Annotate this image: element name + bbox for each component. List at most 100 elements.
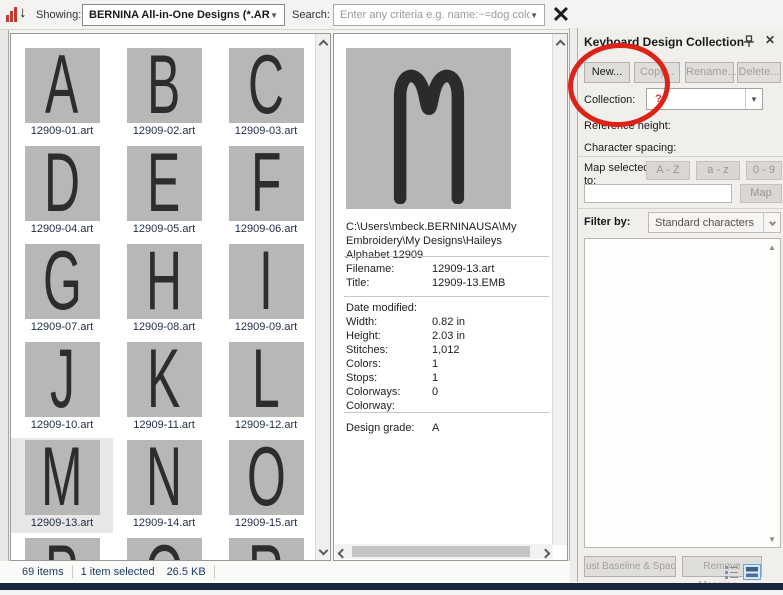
sort-designs-icon[interactable]: ↓ [6, 6, 32, 24]
map-button[interactable]: Map [740, 184, 782, 203]
status-bar: 69 items 1 item selected 26.5 KB [0, 561, 570, 583]
divider [578, 208, 783, 209]
detail-label: Stops: [346, 372, 377, 384]
map-range-lowercase-button[interactable]: a - z [696, 161, 740, 180]
divider [72, 565, 73, 579]
design-thumbnail: B [127, 48, 202, 123]
design-filename: 12909-13.art [31, 517, 93, 531]
design-item[interactable]: D12909-04.art [11, 144, 113, 239]
showing-label: Showing: [36, 9, 81, 21]
scroll-down-icon[interactable]: ▼ [768, 535, 776, 544]
sort-down-arrow-icon: ↓ [19, 4, 27, 21]
design-item[interactable]: P [11, 536, 113, 560]
scroll-left-icon[interactable] [339, 548, 346, 560]
design-item[interactable]: Q [113, 536, 215, 560]
character-spacing-label: Character spacing: [584, 142, 676, 154]
design-item[interactable]: L12909-12.art [215, 340, 317, 435]
pin-icon[interactable] [743, 35, 755, 48]
showing-dropdown-value: BERNINA All-in-One Designs (*.ART*) [83, 9, 270, 21]
items-count: 69 items [22, 566, 64, 578]
panel-title: Keyboard Design Collection [584, 35, 744, 49]
detail-label: Date modified: [346, 302, 417, 314]
design-filename: 12909-04.art [31, 223, 93, 237]
design-filename: 12909-01.art [31, 125, 93, 139]
grid-vertical-scrollbar[interactable] [315, 34, 330, 560]
detail-label: Filename: [346, 263, 394, 275]
bottom-edge-strip [0, 583, 783, 590]
design-thumbnail: I [229, 244, 304, 319]
detail-value: 1 [432, 372, 438, 384]
selection-size: 26.5 KB [167, 566, 206, 578]
design-filename: 12909-06.art [235, 223, 297, 237]
design-item-selected[interactable]: M12909-13.art [11, 438, 113, 533]
red-circle-annotation [565, 40, 673, 131]
chevron-down-icon[interactable]: ▼ [745, 89, 762, 109]
collection-value: ? [647, 93, 662, 105]
adjust-baseline-spacing-button[interactable]: ust Baseline & Spacin [584, 556, 676, 577]
design-filename: 12909-09.art [235, 321, 297, 335]
clear-search-button[interactable]: ✕ [548, 1, 574, 28]
new-collection-button[interactable]: New... [584, 62, 630, 83]
design-item[interactable]: O12909-15.art [215, 438, 317, 533]
chevron-down-icon: ▼ [270, 11, 284, 20]
design-filename: 12909-05.art [133, 223, 195, 237]
search-placeholder: Enter any criteria e.g. name:~=dog color… [334, 9, 530, 21]
close-panel-icon[interactable]: ✕ [765, 33, 775, 47]
filter-dropdown[interactable]: Standard characters [648, 212, 781, 233]
detail-label: Colors: [346, 358, 381, 370]
divider [344, 256, 549, 257]
list-view-icon[interactable] [724, 564, 740, 579]
design-item[interactable]: R [215, 536, 317, 560]
chevron-down-icon: ▼ [530, 11, 544, 20]
design-filename: 12909-11.art [133, 419, 195, 433]
design-item[interactable]: K12909-11.art [113, 340, 215, 435]
panel-splitter[interactable] [569, 28, 578, 582]
map-range-uppercase-button[interactable]: A - Z [646, 161, 690, 180]
design-thumbnail: E [127, 146, 202, 221]
details-vertical-scrollbar[interactable] [552, 34, 567, 545]
filter-by-label: Filter by: [584, 216, 630, 228]
scrollbar-thumb[interactable] [352, 546, 530, 557]
character-list-box[interactable]: ▲ ▼ [584, 238, 781, 548]
scroll-up-icon[interactable] [319, 37, 328, 51]
scroll-up-icon[interactable]: ▲ [768, 243, 776, 252]
design-item[interactable]: C12909-03.art [215, 46, 317, 141]
map-to-input[interactable] [584, 184, 732, 203]
detail-value: A [432, 422, 439, 434]
scroll-down-icon[interactable] [319, 543, 328, 557]
search-input[interactable]: Enter any criteria e.g. name:~=dog color… [333, 4, 545, 26]
design-item[interactable]: I 12909-09.art [215, 242, 317, 337]
collection-label: Collection: [584, 94, 635, 106]
scroll-right-icon[interactable] [542, 548, 549, 560]
scroll-up-icon[interactable] [556, 37, 565, 51]
design-thumbnail: F [229, 146, 304, 221]
design-filename: 12909-08.art [133, 321, 195, 335]
showing-dropdown[interactable]: BERNINA All-in-One Designs (*.ART*) ▼ [82, 4, 285, 26]
design-item[interactable]: J 12909-10.art [11, 340, 113, 435]
details-horizontal-scrollbar[interactable] [335, 544, 553, 559]
design-item[interactable]: G12909-07.art [11, 242, 113, 337]
design-thumbnail: L [229, 342, 304, 417]
design-item[interactable]: E 12909-05.art [113, 144, 215, 239]
delete-collection-button[interactable]: Delete... [737, 62, 781, 83]
divider [578, 156, 783, 157]
map-range-digits-button[interactable]: 0 - 9 [746, 161, 782, 180]
collection-dropdown[interactable]: ? ▼ [646, 88, 763, 110]
filter-value: Standard characters [649, 217, 754, 229]
design-filename: 12909-03.art [235, 125, 297, 139]
design-item[interactable]: H12909-08.art [113, 242, 215, 337]
design-filename: 12909-07.art [31, 321, 93, 335]
chevron-down-icon[interactable] [763, 213, 780, 232]
design-thumbnail: J [25, 342, 100, 417]
design-item[interactable]: F 12909-06.art [215, 144, 317, 239]
copy-collection-button[interactable]: Copy... [634, 62, 680, 83]
design-item[interactable]: A12909-01.art [11, 46, 113, 141]
design-filename: 12909-10.art [31, 419, 93, 433]
detail-value: 1,012 [432, 344, 460, 356]
detail-label: Design grade: [346, 422, 415, 434]
detail-value: 1 [432, 358, 438, 370]
rename-collection-button[interactable]: Rename... [685, 62, 734, 83]
design-item[interactable]: B12909-02.art [113, 46, 215, 141]
design-item[interactable]: N12909-14.art [113, 438, 215, 533]
thumbnail-view-icon[interactable] [743, 564, 761, 580]
